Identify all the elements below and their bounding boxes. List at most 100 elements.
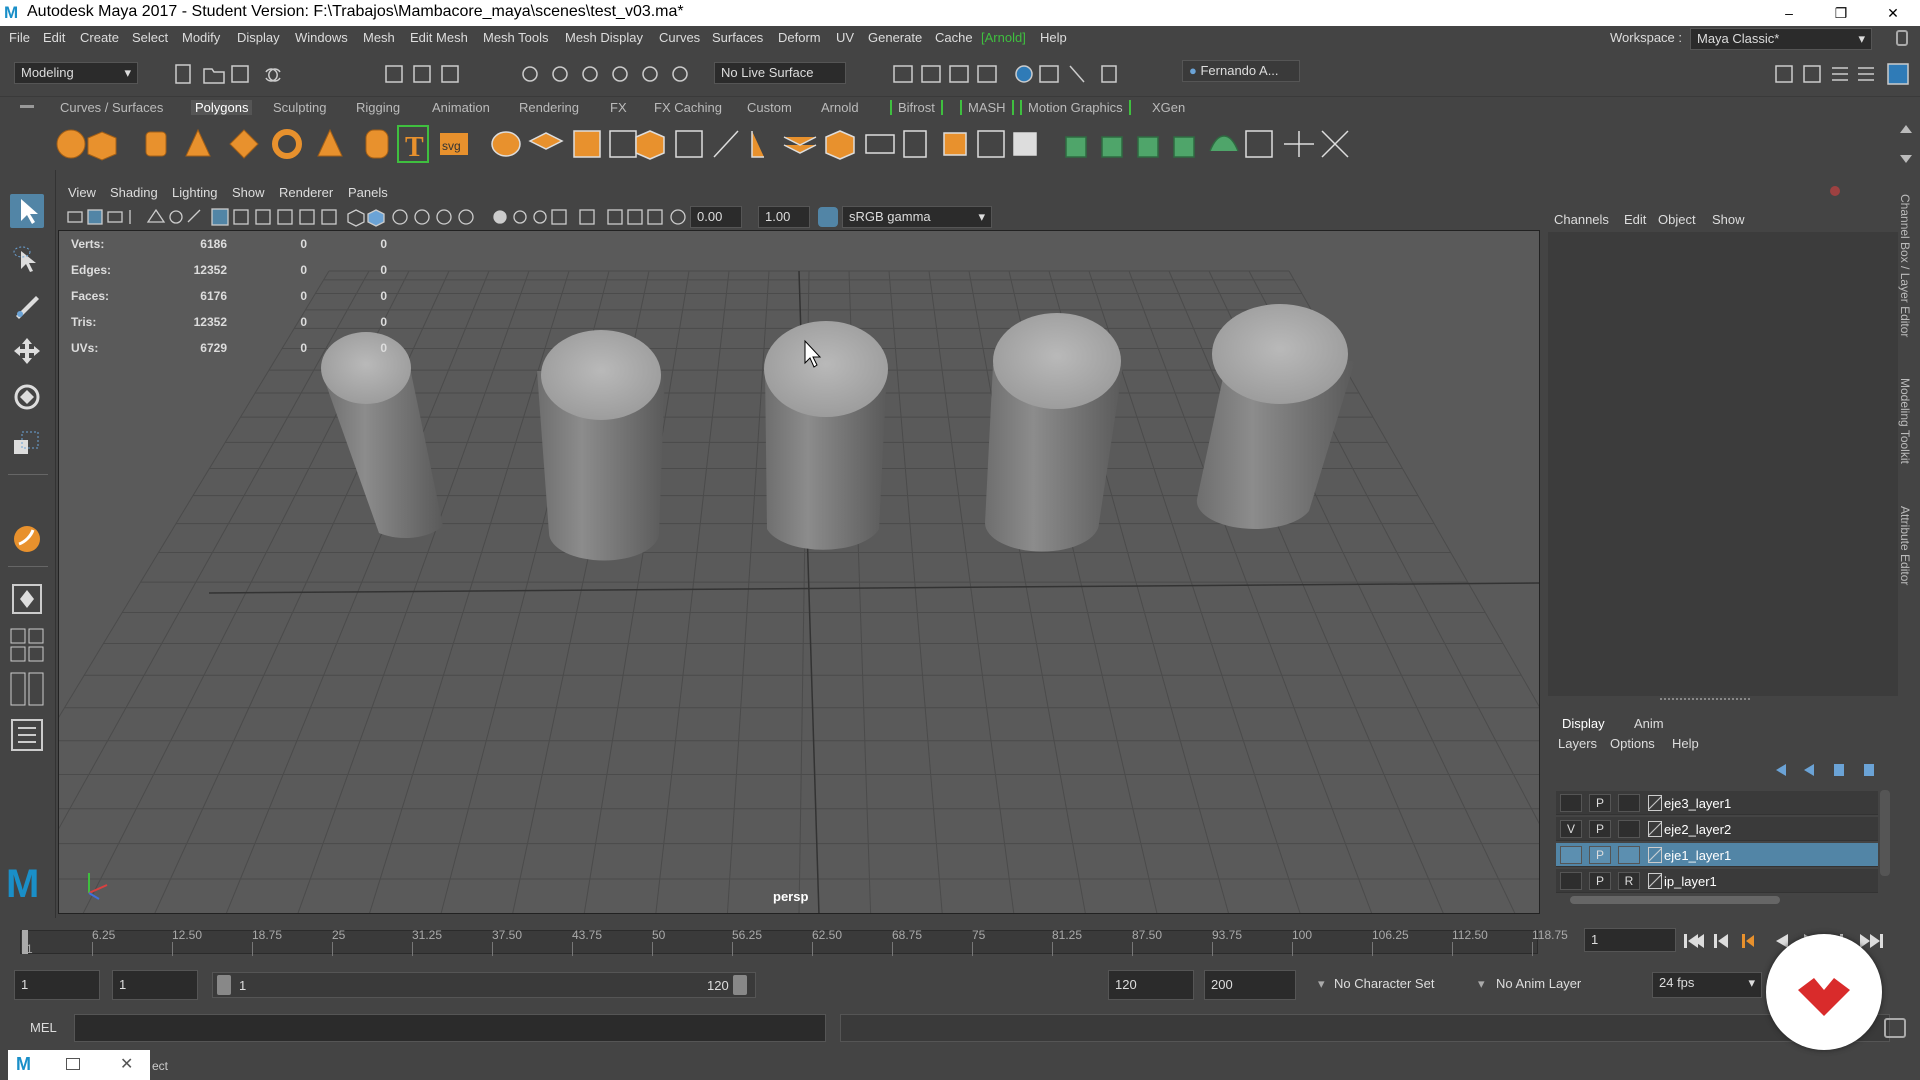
channel-menu-edit[interactable]: Edit <box>1624 212 1646 227</box>
layer-toggle-p[interactable]: P <box>1589 846 1611 864</box>
shelf-tab-rendering[interactable]: Rendering <box>519 100 579 115</box>
close-button[interactable]: ✕ <box>1870 0 1916 26</box>
viewport-menu-renderer[interactable]: Renderer <box>279 185 333 200</box>
layer-toggle-r[interactable] <box>1618 820 1640 838</box>
current-frame-field[interactable]: 1 <box>1584 928 1676 952</box>
layer-toggle-v[interactable] <box>1560 872 1582 890</box>
user-account-dropdown[interactable]: ● Fernando A... <box>1182 60 1300 82</box>
minimize-button[interactable]: – <box>1766 0 1812 26</box>
layer-row[interactable]: Peje1_layer1 <box>1556 843 1878 867</box>
layer-toggle-r[interactable]: R <box>1618 872 1640 890</box>
layer-row[interactable]: P Rip_layer1 <box>1556 869 1878 893</box>
layer-color-icon[interactable] <box>1648 847 1662 863</box>
menu-edit-mesh[interactable]: Edit Mesh <box>410 30 468 45</box>
layer-color-icon[interactable] <box>1648 821 1662 837</box>
playback-start-field[interactable]: 1 <box>112 970 198 1000</box>
viewport-menu-lighting[interactable]: Lighting <box>172 185 218 200</box>
shelf-tab-arnold[interactable]: Arnold <box>821 100 859 115</box>
range-slider-start-handle[interactable] <box>217 975 231 995</box>
cylinder-2[interactable] <box>537 330 665 561</box>
shelf-tab-animation[interactable]: Animation <box>432 100 490 115</box>
polygon-shelf-icons[interactable]: T svg <box>54 123 1554 165</box>
shelf-tab-bifrost[interactable]: Bifrost <box>890 100 943 115</box>
shelf-tab-fx-caching[interactable]: FX Caching <box>654 100 722 115</box>
shelf-tab-fx[interactable]: FX <box>610 100 627 115</box>
paint-select-tool-icon[interactable] <box>10 288 44 322</box>
layer-toggle-v[interactable]: V <box>1560 820 1582 838</box>
side-tab-modeling-toolkit[interactable]: Modeling Toolkit <box>1898 378 1912 464</box>
cylinder-3[interactable] <box>764 321 888 550</box>
menu-deform[interactable]: Deform <box>778 30 821 45</box>
menu-uv[interactable]: UV <box>836 30 854 45</box>
layer-color-icon[interactable] <box>1648 795 1662 811</box>
shelf-tab-xgen[interactable]: XGen <box>1152 100 1185 115</box>
live-surface-field[interactable]: No Live Surface <box>714 62 846 84</box>
lock-icon[interactable] <box>1896 30 1908 46</box>
four-view-layout-icon[interactable] <box>10 628 44 662</box>
menu-mesh[interactable]: Mesh <box>363 30 395 45</box>
lasso-tool-icon[interactable] <box>10 242 44 276</box>
script-editor-icon[interactable] <box>1884 1018 1906 1038</box>
menu-file[interactable]: File <box>9 30 30 45</box>
side-tab-attribute-editor[interactable]: Attribute Editor <box>1898 506 1912 585</box>
layer-toggle-p[interactable]: P <box>1589 820 1611 838</box>
shelf-tab-rigging[interactable]: Rigging <box>356 100 400 115</box>
layer-menu-options[interactable]: Options <box>1610 736 1655 751</box>
menu-edit[interactable]: Edit <box>43 30 65 45</box>
move-tool-icon[interactable] <box>10 334 44 368</box>
viewport-menu-view[interactable]: View <box>68 185 96 200</box>
command-input[interactable] <box>74 1014 826 1042</box>
cylinder-4[interactable] <box>985 313 1123 552</box>
side-tab-channel-box[interactable]: Channel Box / Layer Editor <box>1898 194 1912 337</box>
exposure-field[interactable]: 0.00 <box>690 206 742 228</box>
shelf-tab-polygons[interactable]: Polygons <box>191 100 253 115</box>
menu-generate[interactable]: Generate <box>868 30 922 45</box>
layer-toggle-r[interactable] <box>1618 846 1640 864</box>
workspace-dropdown[interactable]: Maya Classic* ▾ <box>1690 28 1872 50</box>
layer-row[interactable]: Peje3_layer1 <box>1556 791 1878 815</box>
outliner-layout-icon[interactable] <box>10 718 44 752</box>
time-slider[interactable]: 1 <box>0 918 1920 960</box>
layer-tab-anim[interactable]: Anim <box>1634 716 1664 731</box>
layer-tab-display[interactable]: Display <box>1562 716 1605 731</box>
menu-curves[interactable]: Curves <box>659 30 700 45</box>
viewport-menu-show[interactable]: Show <box>232 185 265 200</box>
gamma-field[interactable]: 1.00 <box>758 206 810 228</box>
character-set-dropdown[interactable]: No Character Set <box>1334 976 1434 991</box>
panel-splitter[interactable] <box>1660 698 1750 701</box>
single-view-layout-icon[interactable] <box>10 582 44 616</box>
fps-dropdown[interactable]: 24 fps ▾ <box>1652 972 1762 998</box>
playback-end-field[interactable]: 120 <box>1108 970 1194 1000</box>
menu-surfaces[interactable]: Surfaces <box>712 30 763 45</box>
viewport-menu-panels[interactable]: Panels <box>348 185 388 200</box>
two-view-layout-icon[interactable] <box>10 672 44 706</box>
render-icons[interactable] <box>890 62 1140 88</box>
menu-help[interactable]: Help <box>1040 30 1067 45</box>
cylinder-1[interactable] <box>321 332 443 539</box>
script-language-label[interactable]: MEL <box>30 1020 57 1035</box>
range-slider[interactable]: 1 120 <box>212 972 756 998</box>
scale-tool-icon[interactable] <box>10 426 44 460</box>
shelf-tab-motion-graphics[interactable]: Motion Graphics <box>1020 100 1131 115</box>
menu-create[interactable]: Create <box>80 30 119 45</box>
layer-toggle-v[interactable] <box>1560 794 1582 812</box>
3d-viewport[interactable]: Verts: 6186 0 0 Edges: 12352 0 0 Faces: 6176 0 0 Tri… <box>58 230 1540 914</box>
shelf-scroll-down-icon[interactable] <box>1900 155 1912 163</box>
layer-toggle-v[interactable] <box>1560 846 1582 864</box>
channel-menu-show[interactable]: Show <box>1712 212 1745 227</box>
layer-h-scrollbar[interactable] <box>1570 896 1780 904</box>
panel-toggle-icons[interactable] <box>1772 62 1912 88</box>
select-tool-button[interactable] <box>10 194 44 228</box>
shelf-tab-sculpting[interactable]: Sculpting <box>273 100 326 115</box>
layer-toggle-p[interactable]: P <box>1589 872 1611 890</box>
channel-menu-channels[interactable]: Channels <box>1554 212 1609 227</box>
menu-mesh-tools[interactable]: Mesh Tools <box>483 30 549 45</box>
status-line-icons[interactable] <box>170 62 730 88</box>
animation-start-field[interactable]: 1 <box>14 970 100 1000</box>
menu-modify[interactable]: Modify <box>182 30 220 45</box>
color-management-icon[interactable] <box>818 207 838 227</box>
layer-menu-layers[interactable]: Layers <box>1558 736 1597 751</box>
shelf-tab-mash[interactable]: MASH <box>960 100 1014 115</box>
layer-action-icons[interactable] <box>1772 760 1892 780</box>
shelf-tab-curves-surfaces[interactable]: Curves / Surfaces <box>60 100 163 115</box>
